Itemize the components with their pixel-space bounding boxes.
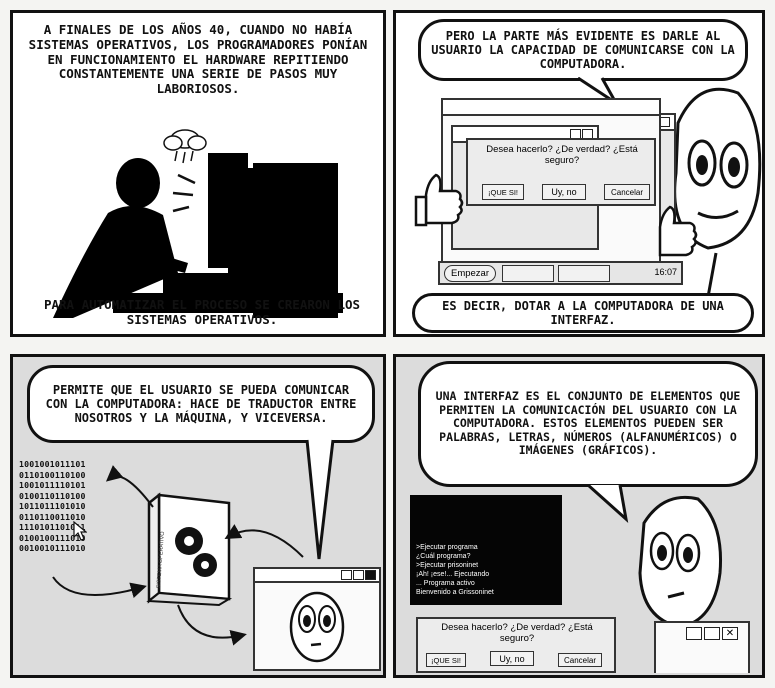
minimize-icon[interactable] (686, 627, 702, 640)
speech-bubble-top: Pero la parte más evidente es darle al u… (418, 19, 748, 81)
panel-1-caption: A finales de los años 40, cuando no habí… (28, 22, 368, 96)
close-icon[interactable]: ✕ (722, 627, 738, 640)
confirm-dialog: Desea hacerlo? ¿De verdad? ¿Está seguro?… (466, 138, 656, 206)
confirm-yes-button[interactable]: ¡QUE SI! (482, 184, 524, 200)
speech-bubble-top-text: Pero la parte más evidente es darle al u… (431, 28, 735, 72)
maximize-icon[interactable] (704, 627, 720, 640)
window-controls: ✕ (654, 621, 750, 643)
start-button[interactable]: Empezar (444, 265, 496, 282)
confirm-cancel-button-2[interactable]: Cancelar (558, 653, 602, 667)
confirm-no-button[interactable]: Uy, no (542, 184, 586, 200)
confirm-dialog-2: Desea hacerlo? ¿De verdad? ¿Está seguro?… (416, 617, 616, 673)
thumbs-up-left-icon (414, 173, 464, 227)
panel-1-footer: Para automatizar el proceso se crearon l… (43, 297, 361, 327)
dialog-question-2: Desea hacerlo? ¿De verdad? ¿Está seguro? (441, 622, 593, 644)
confirm-no-button-2[interactable]: Uy, no (490, 651, 534, 666)
terminal-line: ¡Ah! ¡ese!... Ejecutando (416, 571, 490, 578)
app-window-small (253, 567, 381, 671)
alien-character-thinking (638, 495, 722, 629)
terminal-line: ... Programa activo (416, 580, 475, 587)
speech-bubble-bottom-text: Es decir, dotar a la computadora de una … (442, 298, 724, 327)
dialog-question: Desea hacerlo? ¿De verdad? ¿Está seguro? (486, 144, 638, 166)
confirm-yes-button-2[interactable]: ¡QUE SI! (426, 653, 466, 667)
programmer-silhouette (53, 129, 343, 318)
confirm-cancel-button[interactable]: Cancelar (604, 184, 650, 200)
thumbs-up-right-icon (658, 205, 698, 257)
terminal-line: Bienvenido a Grissoninet (416, 589, 494, 596)
terminal-window: >Ejecutar programa ¿Cuál programa? >Ejec… (410, 495, 562, 605)
terminal-line: >Ejecutar prisoninet (416, 562, 479, 569)
mouse-cursor-icon (73, 521, 87, 541)
taskbar-slot-2[interactable] (558, 265, 610, 282)
storm-cloud-icon (163, 129, 207, 164)
terminal-line: >Ejecutar programa (416, 544, 478, 551)
speech-bubble-definition: Una interfaz es el conjunto de elementos… (418, 361, 758, 487)
panel-4: Una interfaz es el conjunto de elementos… (393, 354, 765, 678)
taskbar: Empezar 16:07 (438, 261, 683, 285)
speech-bubble-bottom: Es decir, dotar a la computadora de una … (412, 293, 754, 333)
speech-bubble-translator-text: Permite que el usuario se pueda comunica… (45, 382, 357, 426)
panel-2: Pero la parte más evidente es darle al u… (393, 10, 765, 337)
face-icon (289, 591, 345, 663)
speech-bubble-definition-text: Una interfaz es el conjunto de elementos… (435, 389, 741, 458)
panel-3: Permite que el usuario se pueda comunica… (10, 354, 386, 678)
speech-bubble-translator: Permite que el usuario se pueda comunica… (27, 365, 375, 443)
taskbar-slot-1[interactable] (502, 265, 554, 282)
terminal-line: ¿Cuál programa? (416, 553, 471, 560)
taskbar-clock: 16:07 (654, 267, 677, 277)
panel-1: A finales de los años 40, cuando no habí… (10, 10, 386, 337)
